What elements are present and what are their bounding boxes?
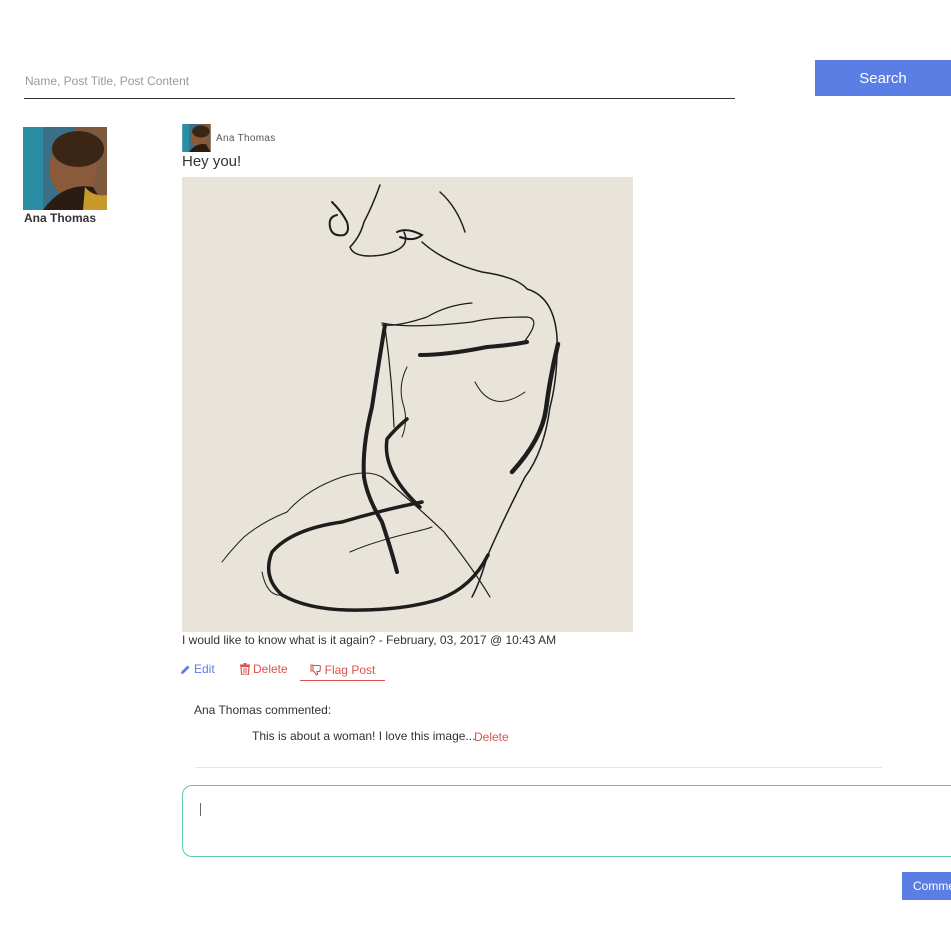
thumbs-down-icon <box>310 664 322 676</box>
edit-label: Edit <box>194 662 215 676</box>
search-input[interactable] <box>24 64 735 99</box>
post-caption: I would like to know what is it again? -… <box>182 633 557 647</box>
text-caret <box>200 803 201 816</box>
comment-text: This is about a woman! I love this image… <box>252 729 476 743</box>
post-image <box>182 177 633 632</box>
flag-post-tab[interactable]: Flag Post <box>300 660 385 681</box>
post-author-name[interactable]: Ana Thomas <box>216 133 276 144</box>
trash-icon <box>240 663 250 675</box>
pencil-icon <box>180 664 191 675</box>
post-title: Hey you! <box>182 153 242 170</box>
search-button[interactable]: Search <box>815 60 951 96</box>
edit-post-button[interactable]: Edit <box>180 662 215 676</box>
post-author-avatar[interactable] <box>182 124 211 152</box>
divider <box>195 767 882 768</box>
delete-label: Delete <box>253 662 288 676</box>
profile-avatar[interactable] <box>23 127 107 210</box>
comment-input[interactable] <box>182 785 951 857</box>
comment-header: Ana Thomas commented: <box>194 703 332 717</box>
comment-submit-button[interactable]: Comment <box>902 872 951 900</box>
profile-name[interactable]: Ana Thomas <box>24 211 96 225</box>
delete-post-button[interactable]: Delete <box>240 662 288 676</box>
flag-label: Flag Post <box>324 663 376 677</box>
delete-comment-button[interactable]: Delete <box>474 730 509 744</box>
